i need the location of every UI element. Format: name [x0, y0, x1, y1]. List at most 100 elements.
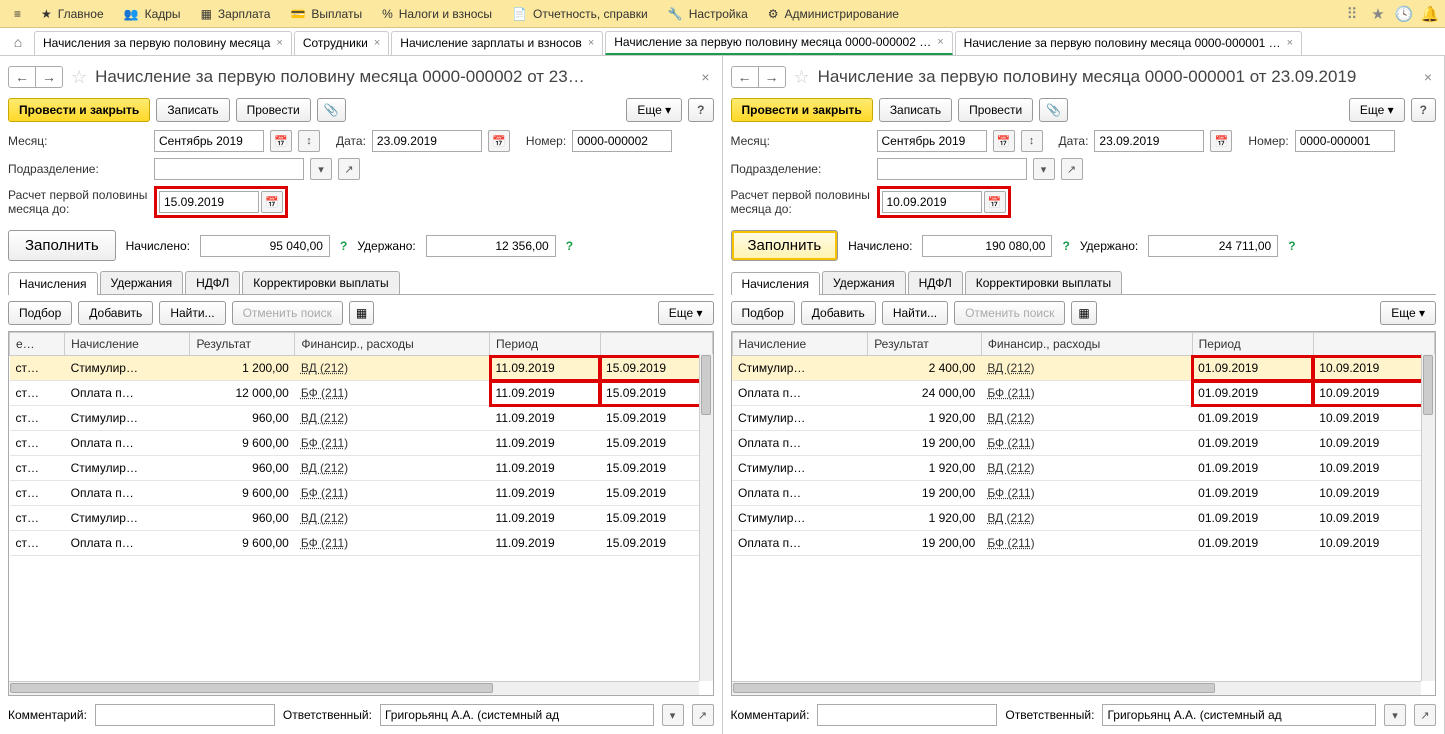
- column-header[interactable]: Результат: [868, 333, 982, 356]
- number-input[interactable]: 0000-000002: [572, 130, 672, 152]
- fill-button[interactable]: Заполнить: [8, 230, 116, 261]
- menu-main[interactable]: ★Главное: [31, 0, 114, 27]
- pick-button[interactable]: Подбор: [8, 301, 72, 325]
- menu-payments[interactable]: 💳Выплаты: [280, 0, 372, 27]
- tab-2[interactable]: Начисление зарплаты и взносов×: [391, 31, 603, 55]
- dropdown-icon[interactable]: ▾: [310, 158, 332, 180]
- help-icon[interactable]: ?: [1288, 239, 1295, 253]
- date-input[interactable]: 23.09.2019: [1094, 130, 1204, 152]
- back-icon[interactable]: ←: [732, 67, 759, 87]
- subtab-1[interactable]: Удержания: [100, 271, 184, 294]
- table-row[interactable]: Оплата п…19 200,00БФ (211)01.09.201910.0…: [732, 431, 1435, 456]
- close-icon[interactable]: ×: [697, 69, 713, 85]
- more-button[interactable]: Еще ▾: [1349, 98, 1405, 122]
- calendar-icon[interactable]: 📅: [270, 130, 292, 152]
- star-outline-icon[interactable]: ☆: [794, 67, 810, 88]
- add-button[interactable]: Добавить: [801, 301, 876, 325]
- table-row[interactable]: Оплата п…19 200,00БФ (211)01.09.201910.0…: [732, 531, 1435, 556]
- help-icon[interactable]: ?: [1062, 239, 1069, 253]
- month-input[interactable]: Сентябрь 2019: [154, 130, 264, 152]
- subtab-0[interactable]: Начисления: [8, 272, 98, 295]
- post-close-button[interactable]: Провести и закрыть: [731, 98, 873, 122]
- column-header[interactable]: Период: [1192, 333, 1313, 356]
- menu-taxes[interactable]: %Налоги и взносы: [372, 0, 502, 27]
- calendar-icon[interactable]: 📅: [261, 191, 283, 213]
- tab-1[interactable]: Сотрудники×: [294, 31, 389, 55]
- subtab-3[interactable]: Корректировки выплаты: [242, 271, 399, 294]
- table-row[interactable]: Оплата п…19 200,00БФ (211)01.09.201910.0…: [732, 481, 1435, 506]
- table-row[interactable]: ст…Оплата п…9 600,00БФ (211)11.09.201915…: [10, 431, 713, 456]
- tab-0[interactable]: Начисления за первую половину месяца×: [34, 31, 292, 55]
- subtab-0[interactable]: Начисления: [731, 272, 821, 295]
- number-input[interactable]: 0000-000001: [1295, 130, 1395, 152]
- table-row[interactable]: Стимулир…1 920,00ВД (212)01.09.201910.09…: [732, 456, 1435, 481]
- bell-icon[interactable]: 🔔: [1419, 3, 1441, 25]
- write-button[interactable]: Записать: [879, 98, 952, 122]
- dept-input[interactable]: [154, 158, 304, 180]
- write-button[interactable]: Записать: [156, 98, 229, 122]
- cancel-find-button[interactable]: Отменить поиск: [232, 301, 343, 325]
- close-icon[interactable]: ×: [1420, 69, 1436, 85]
- nav-back-forward[interactable]: ←→: [731, 66, 786, 88]
- calendar-icon[interactable]: 📅: [1210, 130, 1232, 152]
- table-row[interactable]: ст…Стимулир…960,00ВД (212)11.09.201915.0…: [10, 456, 713, 481]
- calendar-icon[interactable]: 📅: [984, 191, 1006, 213]
- withheld-input[interactable]: [426, 235, 556, 257]
- menu-reports[interactable]: 📄Отчетность, справки: [502, 0, 658, 27]
- attach-button[interactable]: 📎: [1039, 98, 1068, 122]
- close-icon[interactable]: ×: [588, 37, 594, 49]
- subtab-1[interactable]: Удержания: [822, 271, 906, 294]
- column-header[interactable]: Начисление: [732, 333, 868, 356]
- open-icon[interactable]: ↗: [1061, 158, 1083, 180]
- post-button[interactable]: Провести: [236, 98, 311, 122]
- dropdown-icon[interactable]: ▾: [662, 704, 684, 726]
- column-header[interactable]: е…: [10, 333, 65, 356]
- column-header[interactable]: Период: [490, 333, 601, 356]
- column-header[interactable]: Финансир., расходы: [295, 333, 490, 356]
- close-icon[interactable]: ×: [374, 37, 380, 49]
- dept-input[interactable]: [877, 158, 1027, 180]
- open-icon[interactable]: ↗: [1414, 704, 1436, 726]
- column-header[interactable]: Финансир., расходы: [981, 333, 1192, 356]
- close-icon[interactable]: ×: [276, 37, 282, 49]
- comment-input[interactable]: [817, 704, 997, 726]
- table-row[interactable]: Стимулир…2 400,00ВД (212)01.09.201910.09…: [732, 356, 1435, 381]
- month-input[interactable]: Сентябрь 2019: [877, 130, 987, 152]
- horizontal-scrollbar[interactable]: [9, 681, 699, 695]
- withheld-input[interactable]: [1148, 235, 1278, 257]
- vertical-scrollbar[interactable]: [699, 354, 713, 681]
- table-row[interactable]: ст…Оплата п…9 600,00БФ (211)11.09.201915…: [10, 481, 713, 506]
- accrued-input[interactable]: [922, 235, 1052, 257]
- cancel-find-button[interactable]: Отменить поиск: [954, 301, 1065, 325]
- resp-input[interactable]: Григорьянц А.А. (системный ад: [1102, 704, 1376, 726]
- table-row[interactable]: Стимулир…1 920,00ВД (212)01.09.201910.09…: [732, 506, 1435, 531]
- menu-admin[interactable]: ⚙Администрирование: [758, 0, 909, 27]
- attach-button[interactable]: 📎: [317, 98, 346, 122]
- table-row[interactable]: ст…Стимулир…960,00ВД (212)11.09.201915.0…: [10, 506, 713, 531]
- close-icon[interactable]: ×: [937, 36, 943, 48]
- subtab-3[interactable]: Корректировки выплаты: [965, 271, 1122, 294]
- back-icon[interactable]: ←: [9, 67, 36, 87]
- menu-hamburger[interactable]: ≡: [4, 0, 31, 27]
- help-button[interactable]: ?: [1411, 98, 1436, 122]
- tab-3[interactable]: Начисление за первую половину месяца 000…: [605, 31, 952, 55]
- menu-salary[interactable]: ▦Зарплата: [191, 0, 281, 27]
- post-button[interactable]: Провести: [958, 98, 1033, 122]
- forward-icon[interactable]: →: [759, 67, 785, 87]
- date-input[interactable]: 23.09.2019: [372, 130, 482, 152]
- calc-date-input[interactable]: 15.09.2019: [159, 191, 259, 213]
- table-row[interactable]: Оплата п…24 000,00БФ (211)01.09.201910.0…: [732, 381, 1435, 406]
- table-row[interactable]: ст…Оплата п…9 600,00БФ (211)11.09.201915…: [10, 531, 713, 556]
- find-button[interactable]: Найти...: [882, 301, 948, 325]
- column-header[interactable]: Начисление: [65, 333, 190, 356]
- vertical-scrollbar[interactable]: [1421, 354, 1435, 681]
- star-outline-icon[interactable]: ☆: [71, 67, 87, 88]
- column-header[interactable]: Результат: [190, 333, 295, 356]
- tab-4[interactable]: Начисление за первую половину месяца 000…: [955, 31, 1302, 55]
- resp-input[interactable]: Григорьянц А.А. (системный ад: [380, 704, 654, 726]
- comment-input[interactable]: [95, 704, 275, 726]
- horizontal-scrollbar[interactable]: [732, 681, 1422, 695]
- open-icon[interactable]: ↗: [338, 158, 360, 180]
- accrued-input[interactable]: [200, 235, 330, 257]
- subtab-2[interactable]: НДФЛ: [908, 271, 963, 294]
